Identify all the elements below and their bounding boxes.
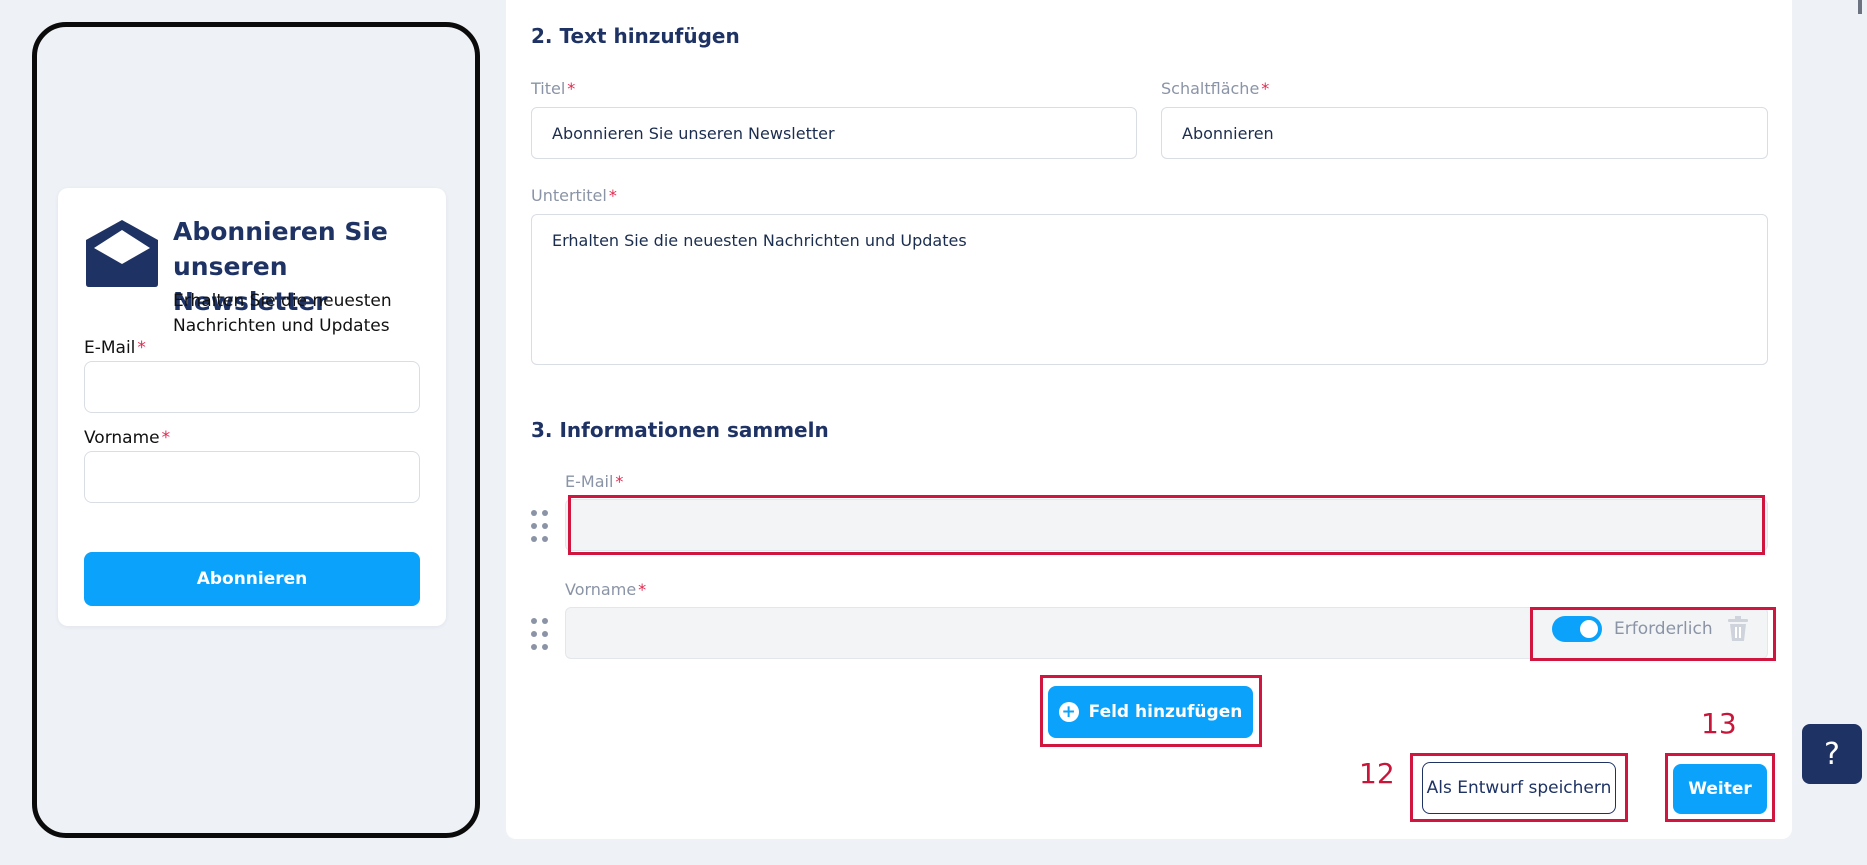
- section-fields-heading: 3. Informationen sammeln: [531, 418, 829, 442]
- section-text-heading: 2. Text hinzufügen: [531, 24, 740, 48]
- preview-email-label: E-Mail *: [84, 338, 146, 358]
- editor-panel: 2. Text hinzufügen Titel * Abonnieren Sie…: [506, 0, 1792, 839]
- preview-subtitle: Erhalten Sie die neuesten Nachrichten un…: [173, 291, 392, 336]
- highlight-next: [1665, 753, 1775, 822]
- preview-firstname-input[interactable]: [84, 451, 420, 503]
- email-field-label: E-Mail *: [565, 472, 624, 491]
- highlight-required-toggle: [1530, 607, 1776, 661]
- button-text-input[interactable]: Abonnieren: [1161, 107, 1768, 159]
- subtitle-textarea[interactable]: Erhalten Sie die neuesten Nachrichten un…: [531, 214, 1768, 365]
- highlight-add-field: [1040, 675, 1262, 747]
- newsletter-preview-card: Abonnieren Sie unseren Newsletter Erhalt…: [58, 188, 446, 626]
- drag-handle-icon[interactable]: [529, 616, 551, 652]
- preview-subscribe-button[interactable]: Abonnieren: [84, 552, 420, 606]
- envelope-open-icon: [86, 220, 158, 287]
- preview-email-input[interactable]: [84, 361, 420, 413]
- step-number-12: 12: [1359, 757, 1395, 790]
- preview-firstname-label: Vorname *: [84, 428, 171, 448]
- subtitle-field-label: Untertitel *: [531, 186, 617, 205]
- title-input[interactable]: Abonnieren Sie unseren Newsletter: [531, 107, 1137, 159]
- scrollbar-thumb[interactable]: [1858, 0, 1862, 14]
- drag-handle-icon[interactable]: [529, 508, 551, 544]
- step-number-13: 13: [1701, 707, 1737, 740]
- highlight-email-field: [568, 495, 1765, 555]
- button-field-label: Schaltfläche *: [1161, 79, 1270, 98]
- help-button[interactable]: ?: [1802, 724, 1862, 784]
- highlight-save-draft: [1410, 753, 1628, 822]
- title-field-label: Titel *: [531, 79, 576, 98]
- firstname-field-label: Vorname *: [565, 580, 647, 599]
